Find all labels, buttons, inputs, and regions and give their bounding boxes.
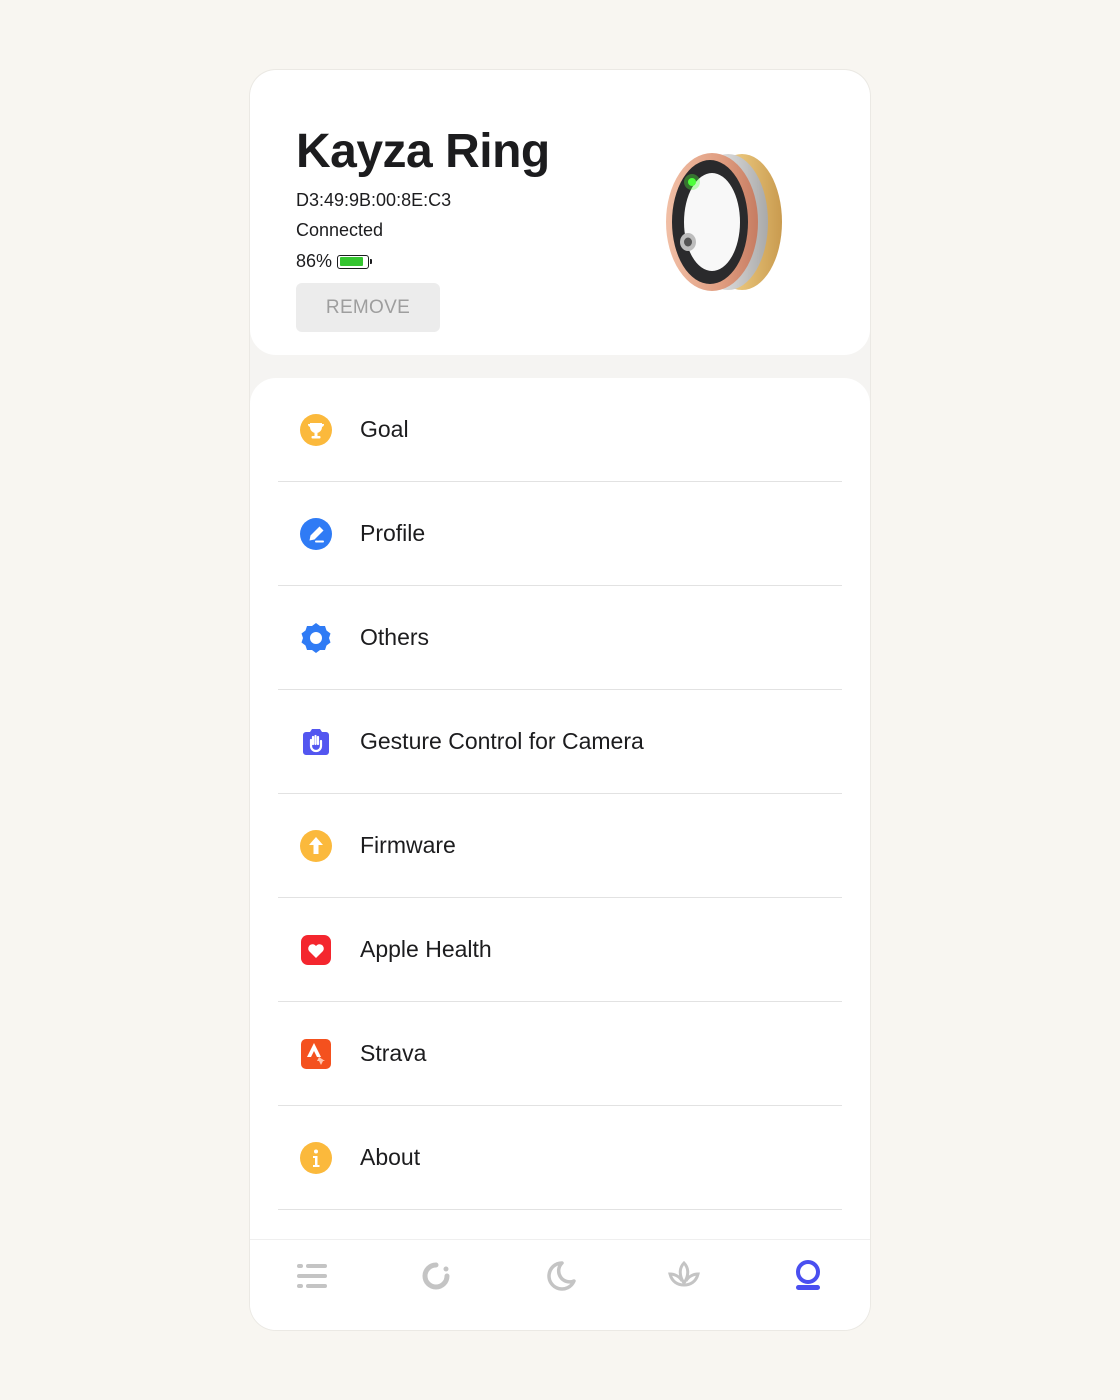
menu-item-strava[interactable]: Strava: [278, 1002, 842, 1106]
menu-item-profile[interactable]: Profile: [278, 482, 842, 586]
device-settings-screen: Kayza Ring D3:49:9B:00:8E:C3 Connected 8…: [250, 70, 870, 1330]
edit-profile-icon: [300, 517, 332, 550]
ring-product-image: [666, 153, 782, 291]
battery-icon: [337, 254, 373, 269]
settings-menu-card: Goal Profile Others Gesture Control for …: [250, 378, 870, 1330]
menu-item-goal[interactable]: Goal: [278, 378, 842, 482]
device-mac-address: D3:49:9B:00:8E:C3: [296, 190, 452, 210]
tab-wellness[interactable]: [654, 1246, 714, 1306]
menu-label-about: About: [360, 1144, 421, 1170]
menu-item-firmware[interactable]: Firmware: [278, 794, 842, 898]
gear-icon: [301, 622, 331, 653]
menu-label-apple-health: Apple Health: [360, 936, 492, 962]
tab-activity[interactable]: [406, 1246, 466, 1306]
menu-label-profile: Profile: [360, 520, 426, 546]
menu-label-goal: Goal: [360, 416, 409, 442]
menu-label-gesture-control: Gesture Control for Camera: [360, 728, 644, 754]
menu-label-others: Others: [360, 624, 430, 650]
menu-label-firmware: Firmware: [360, 832, 456, 858]
activity-ring-icon: [422, 1262, 450, 1290]
tab-overview[interactable]: [282, 1246, 342, 1306]
info-icon: [300, 1141, 332, 1174]
menu-item-apple-health[interactable]: Apple Health: [278, 898, 842, 1002]
connection-status: Connected: [296, 220, 384, 240]
heart-icon: [301, 934, 331, 965]
trophy-icon: [300, 413, 332, 446]
device-name: Kayza Ring: [296, 125, 550, 178]
battery-level-fill: [339, 257, 363, 266]
device-card: Kayza Ring D3:49:9B:00:8E:C3 Connected 8…: [250, 70, 870, 355]
lotus-icon: [668, 1260, 700, 1287]
battery-percentage: 86%: [296, 251, 333, 271]
moon-icon: [547, 1261, 576, 1291]
hand-gesture-icon: [303, 728, 329, 755]
strava-icon: [301, 1038, 331, 1069]
tab-device[interactable]: [778, 1246, 838, 1306]
bottom-tab-bar: [250, 1239, 870, 1330]
list-icon: [297, 1264, 327, 1288]
battery-status: 86%: [296, 251, 373, 272]
menu-item-others[interactable]: Others: [278, 586, 842, 690]
settings-menu-list: Goal Profile Others Gesture Control for …: [278, 378, 842, 1210]
ring-device-icon: [796, 1260, 820, 1290]
menu-item-gesture-control[interactable]: Gesture Control for Camera: [278, 690, 842, 794]
upload-arrow-icon: [300, 829, 332, 862]
tab-sleep[interactable]: [530, 1246, 590, 1306]
remove-device-button[interactable]: REMOVE: [296, 283, 440, 332]
menu-label-strava: Strava: [360, 1040, 427, 1066]
menu-item-about[interactable]: About: [278, 1106, 842, 1210]
